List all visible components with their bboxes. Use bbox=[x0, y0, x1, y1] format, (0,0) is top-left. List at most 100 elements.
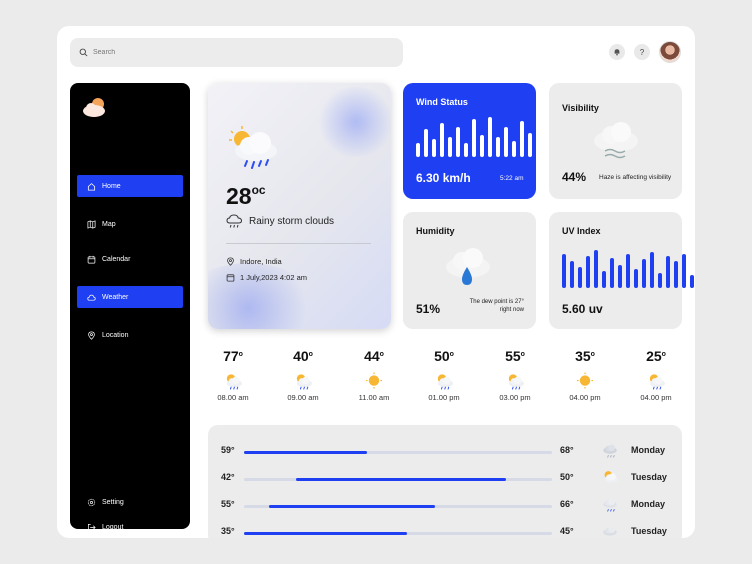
rain-cloud-icon bbox=[601, 442, 619, 458]
search-bar[interactable] bbox=[70, 38, 403, 67]
sidebar-item-label: Logout bbox=[102, 523, 124, 531]
temperature-range-track bbox=[244, 451, 552, 454]
uv-bar bbox=[578, 267, 582, 288]
help-button[interactable]: ? bbox=[634, 44, 650, 60]
hourly-item: 44o 11.00 am bbox=[344, 348, 404, 402]
hourly-item: 40o 09.00 am bbox=[273, 348, 333, 402]
humidity-title: Humidity bbox=[416, 226, 455, 236]
sidebar-item-label: Calendar bbox=[102, 255, 131, 263]
uv-bar bbox=[618, 265, 622, 288]
temperature-range-fill bbox=[296, 478, 506, 481]
help-icon: ? bbox=[639, 47, 645, 57]
search-icon bbox=[79, 48, 88, 57]
sidebar-item-label: Location bbox=[102, 331, 129, 339]
wind-bar-chart bbox=[416, 117, 548, 157]
cloud-icon bbox=[601, 523, 619, 538]
sidebar-item-map[interactable]: Map bbox=[77, 213, 183, 235]
uv-index-card: UV Index 5.60 uv bbox=[549, 212, 694, 329]
sun-icon bbox=[364, 372, 384, 390]
wind-bar bbox=[496, 137, 500, 157]
hourly-time: 09.00 am bbox=[287, 393, 319, 402]
visibility-title: Visibility bbox=[562, 103, 599, 113]
humidity-cloud-icon bbox=[446, 248, 490, 285]
sidebar-item-setting[interactable]: Setting bbox=[77, 491, 183, 513]
uv-bar bbox=[594, 250, 598, 288]
current-datetime: 1 July,2023 4:02 am bbox=[226, 273, 307, 282]
cloud-icon bbox=[87, 294, 96, 301]
uv-bar bbox=[610, 258, 614, 288]
wind-bar bbox=[424, 129, 428, 157]
temperature-range-fill bbox=[244, 532, 408, 535]
hourly-temp: 44o bbox=[364, 348, 384, 364]
temperature-range-track bbox=[244, 505, 552, 508]
hourly-temp: 55o bbox=[505, 348, 525, 364]
weekly-low-temp: 42° bbox=[221, 472, 235, 482]
sidebar-item-home[interactable]: Home bbox=[77, 175, 183, 197]
weekly-low-temp: 59° bbox=[221, 445, 235, 455]
uv-bar bbox=[650, 252, 654, 288]
storm-cloud-icon bbox=[601, 496, 619, 512]
hourly-item: 35o 04.00 pm bbox=[555, 348, 615, 402]
uv-bar bbox=[586, 256, 590, 288]
wind-bar bbox=[504, 127, 508, 157]
uv-bar bbox=[602, 271, 606, 288]
hourly-time: 08.00 am bbox=[217, 393, 249, 402]
hourly-time: 11.00 am bbox=[358, 393, 390, 402]
wind-bar bbox=[520, 121, 524, 157]
wind-bar bbox=[464, 143, 468, 157]
sun-cloud-rain-icon bbox=[293, 372, 313, 390]
wind-bar bbox=[472, 119, 476, 157]
weekly-row: 55° 66° Monday bbox=[221, 496, 671, 513]
hourly-time: 01.00 pm bbox=[428, 393, 460, 402]
hourly-time: 04.00 pm bbox=[640, 393, 672, 402]
home-icon bbox=[87, 182, 96, 191]
cloud-sun-logo[interactable] bbox=[82, 96, 110, 118]
uv-title: UV Index bbox=[562, 226, 601, 236]
weekly-low-temp: 55° bbox=[221, 499, 235, 509]
wind-bar bbox=[416, 143, 420, 157]
sidebar-item-weather[interactable]: Weather bbox=[77, 286, 183, 308]
weekly-high-temp: 68° bbox=[560, 445, 574, 455]
wind-time: 5:22 am bbox=[500, 175, 524, 182]
search-input[interactable] bbox=[93, 49, 373, 56]
sun-cloud-rain-icon bbox=[646, 372, 666, 390]
wind-bar bbox=[480, 135, 484, 157]
hourly-item: 77o 08.00 am bbox=[203, 348, 263, 402]
weekly-row: 35° 45° Tuesday bbox=[221, 526, 671, 538]
calendar-icon bbox=[87, 255, 96, 263]
humidity-value: 51% bbox=[416, 302, 441, 316]
sidebar-item-logout[interactable]: Logout bbox=[77, 516, 183, 538]
weekly-high-temp: 45° bbox=[560, 526, 574, 536]
notification-button[interactable] bbox=[609, 44, 625, 60]
uv-bar bbox=[658, 273, 662, 288]
hourly-temp: 50o bbox=[434, 348, 454, 364]
wind-bar bbox=[488, 117, 492, 157]
current-weather-card: 28oc Rainy storm clouds Indore, India 1 … bbox=[208, 83, 391, 329]
sidebar-item-label: Setting bbox=[102, 498, 124, 506]
wind-title: Wind Status bbox=[416, 97, 468, 107]
uv-bar bbox=[626, 254, 630, 288]
app-window: ? Home Map Calendar Weather Location bbox=[57, 26, 695, 538]
uv-bar bbox=[690, 275, 694, 288]
weekly-day: Monday bbox=[631, 499, 666, 509]
sidebar-item-label: Map bbox=[102, 220, 116, 228]
sun-cloud-rain-icon bbox=[223, 372, 243, 390]
weekly-low-temp: 35° bbox=[221, 526, 235, 536]
sun-cloud-rain-icon bbox=[229, 126, 277, 169]
sidebar-item-calendar[interactable]: Calendar bbox=[77, 248, 183, 270]
visibility-note: Haze is affecting visibility bbox=[599, 174, 672, 181]
wind-bar bbox=[536, 129, 540, 157]
weekly-row: 59° 68° Monday bbox=[221, 442, 671, 459]
visibility-value: 44% bbox=[562, 170, 587, 184]
current-temperature: 28oc bbox=[226, 183, 266, 209]
hourly-item: 50o 01.00 pm bbox=[414, 348, 474, 402]
weekly-day: Monday bbox=[631, 445, 666, 455]
wind-bar bbox=[448, 137, 452, 157]
hourly-time: 03.00 pm bbox=[499, 393, 531, 402]
user-avatar[interactable] bbox=[659, 41, 681, 63]
hourly-temp: 25o bbox=[646, 348, 666, 364]
sun-cloud-rain-icon bbox=[505, 372, 525, 390]
uv-value: 5.60 uv bbox=[562, 302, 603, 316]
uv-bar bbox=[666, 256, 670, 288]
sidebar-item-location[interactable]: Location bbox=[77, 324, 183, 346]
